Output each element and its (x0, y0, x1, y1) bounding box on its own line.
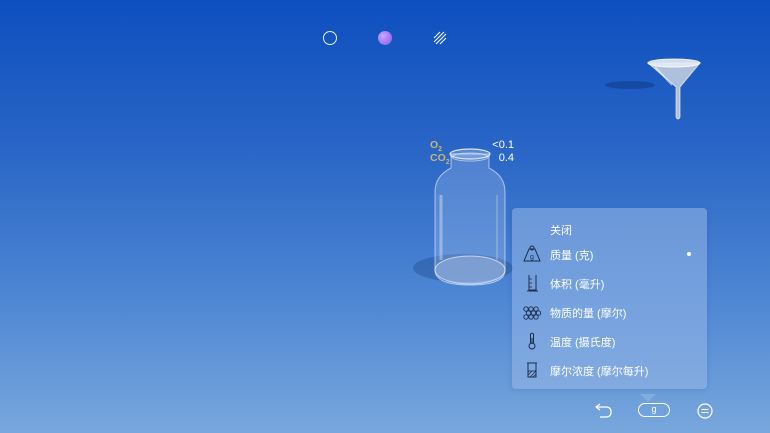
funnel-icon[interactable] (600, 55, 710, 130)
menu-item-label: 温度 (摄氏度) (550, 337, 616, 349)
menu-item-volume[interactable]: 体积 (毫升) (512, 271, 707, 295)
undo-icon[interactable] (593, 401, 613, 419)
menu-item-temperature[interactable]: 温度 (摄氏度) (512, 329, 707, 353)
menu-item-label: 质量 (克) (550, 250, 594, 262)
unit-selector-button[interactable]: g (638, 403, 670, 417)
selected-indicator-dot (687, 252, 691, 256)
unit-menu: 关闭 g 质量 (克) 体积 (毫升) 物质的量 (摩尔) 温度 (摄氏度) 摩… (512, 208, 707, 389)
mass-weight-icon: g (522, 245, 542, 263)
thermometer-icon (522, 332, 542, 350)
hatch-icon[interactable] (433, 31, 447, 45)
menu-item-moles[interactable]: 物质的量 (摩尔) (512, 300, 707, 324)
menu-item-label: 物质的量 (摩尔) (550, 308, 627, 320)
empty-circle-icon[interactable] (323, 31, 337, 45)
menu-item-label: 摩尔浓度 (摩尔每升) (550, 366, 649, 378)
menu-pointer (640, 389, 656, 402)
svg-text:g: g (530, 254, 534, 261)
graduated-cylinder-icon (522, 274, 542, 292)
filled-circle-icon[interactable] (378, 31, 392, 45)
molecules-icon (522, 303, 542, 321)
beaker-concentration-icon (522, 361, 542, 379)
menu-item-label: 体积 (毫升) (550, 279, 605, 291)
close-menu-button[interactable]: 关闭 (550, 222, 572, 238)
menu-icon[interactable] (697, 403, 713, 419)
menu-item-mass[interactable]: g 质量 (克) (512, 242, 707, 266)
menu-item-molarity[interactable]: 摩尔浓度 (摩尔每升) (512, 358, 707, 382)
